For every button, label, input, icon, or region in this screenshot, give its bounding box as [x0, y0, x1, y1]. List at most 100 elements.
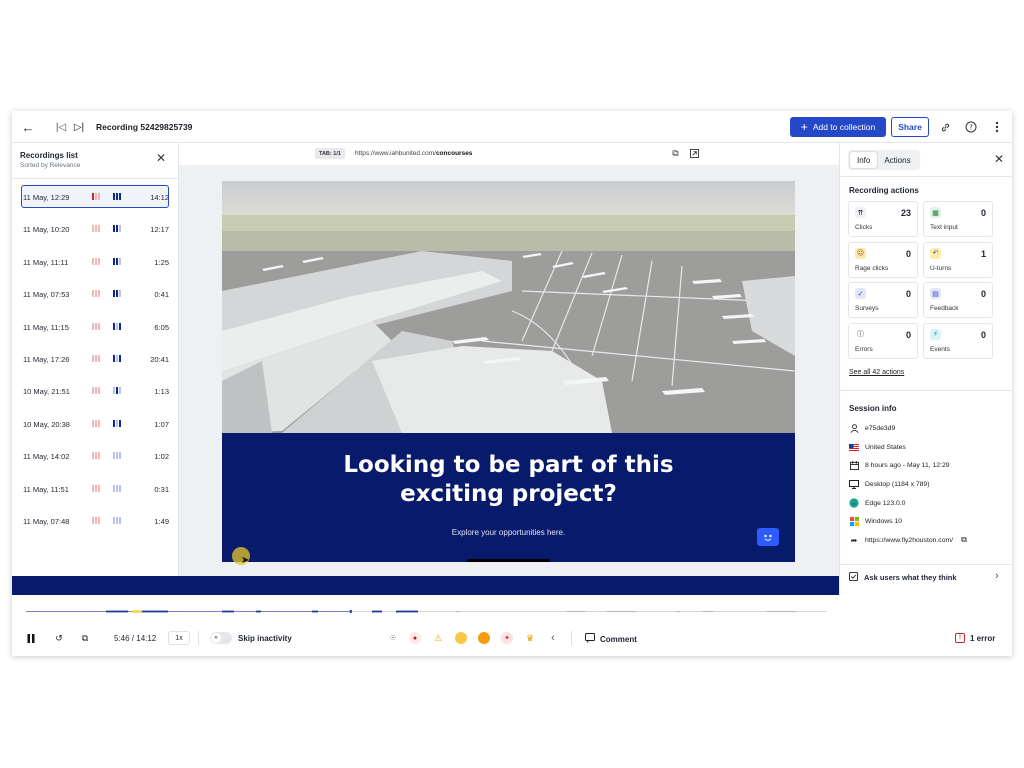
close-icon[interactable]: ✕	[155, 151, 167, 165]
action-card-text-input[interactable]: ▦ 0 Text input	[923, 201, 993, 237]
action-card-u-turns[interactable]: ↶ 1 U-turns	[923, 241, 993, 278]
angry-face-icon[interactable]	[478, 632, 490, 644]
close-icon[interactable]: ✕	[993, 152, 1005, 166]
session-time: 8 hours ago - May 11, 12:29	[849, 459, 950, 471]
comment-label: Comment	[600, 634, 637, 644]
bug-icon[interactable]: ●	[409, 632, 421, 644]
help-icon[interactable]: ?	[963, 119, 979, 135]
activity-indicator	[113, 452, 121, 460]
recording-duration: 0:31	[154, 484, 169, 494]
desktop-icon	[849, 479, 859, 489]
divider	[198, 631, 199, 645]
recording-list-item[interactable]: 11 May, 07:48 1:49	[12, 509, 179, 541]
recording-title: Recording 52429825739	[96, 122, 193, 132]
lightbulb-icon[interactable]: ☉	[387, 632, 399, 644]
more-options-icon[interactable]	[989, 119, 1005, 135]
us-flag-icon	[849, 442, 859, 452]
app-window: ← |◁ ▷| Recording 52429825739 + Add to c…	[12, 111, 1012, 656]
activity-segment	[456, 610, 460, 613]
feedback-icon: ▤	[930, 288, 941, 299]
neutral-face-icon[interactable]	[455, 632, 467, 644]
see-all-actions-link[interactable]: See all 42 actions	[849, 369, 904, 376]
divider	[840, 564, 1012, 565]
error-icon: ⓘ	[855, 328, 866, 340]
activity-segment	[396, 610, 418, 613]
warning-icon[interactable]: ⚠	[432, 632, 444, 644]
skip-back-icon[interactable]: ↺	[52, 631, 66, 645]
activity-segment	[566, 610, 586, 613]
action-label: Text input	[930, 224, 958, 231]
ask-users-button[interactable]: Ask users what they think	[849, 572, 957, 583]
playhead[interactable]	[349, 610, 352, 613]
action-card-errors[interactable]: ⓘ 0 Errors	[848, 322, 918, 359]
recording-list-item[interactable]: 11 May, 07:53 0:41	[12, 282, 179, 314]
errors-button[interactable]: ! 1 error	[955, 633, 995, 643]
action-card-surveys[interactable]: ✓ 0 Surveys	[848, 282, 918, 318]
next-recording-icon[interactable]: ▷|	[72, 120, 86, 134]
activity-segment	[766, 610, 796, 613]
share-button[interactable]: Share	[891, 117, 929, 137]
previous-recording-icon[interactable]: |◁	[54, 120, 68, 134]
recording-list-item[interactable]: 11 May, 14:02 1:02	[12, 444, 179, 476]
add-to-collection-button[interactable]: + Add to collection	[790, 117, 886, 137]
recording-list-item[interactable]: 11 May, 11:15 6:05	[12, 315, 179, 347]
session-os: Windows 10	[849, 515, 902, 527]
comment-button[interactable]: Comment	[585, 633, 637, 645]
action-card-events[interactable]: ⚡ 0 Events	[923, 322, 993, 359]
recording-list-item[interactable]: 10 May, 20:38 1:07	[12, 412, 179, 444]
tab-info[interactable]: Info	[850, 152, 878, 168]
url-bar: TAB: 1/1 https://www.iahbunited.com/conc…	[179, 143, 839, 165]
session-country-label: United States	[865, 443, 906, 451]
divider	[840, 390, 1012, 391]
chevron-left-icon[interactable]: ‹	[547, 631, 559, 645]
tab-indicator: TAB: 1/1	[315, 148, 345, 159]
share-arrow-icon: ➦	[850, 535, 858, 545]
recording-list-item[interactable]: 11 May, 11:11 1:25	[12, 250, 179, 282]
comment-icon	[585, 633, 595, 645]
page-url[interactable]: https://www.iahbunited.com/concourses	[355, 150, 472, 157]
activity-segment	[606, 610, 636, 613]
activity-indicator	[113, 516, 121, 524]
action-count: 0	[980, 329, 986, 340]
action-count: 23	[900, 208, 911, 218]
pause-icon[interactable]	[24, 631, 38, 645]
back-arrow-icon[interactable]: ←	[20, 119, 36, 135]
add-to-collection-label: Add to collection	[812, 122, 876, 132]
action-label: Surveys	[855, 305, 879, 312]
recording-list-item[interactable]: 11 May, 11:51 0:31	[12, 477, 179, 509]
u-turn-marker[interactable]	[132, 610, 142, 613]
tab-actions[interactable]: Actions	[877, 152, 917, 168]
hero-subtitle: Explore your opportunities here.	[451, 528, 566, 537]
copy-url-icon[interactable]: ⧉	[670, 148, 681, 159]
open-external-icon[interactable]	[689, 148, 700, 159]
session-time-label: 8 hours ago - May 11, 12:29	[865, 461, 950, 469]
timeline-played	[26, 611, 351, 612]
open-in-new-icon[interactable]: ⧉	[78, 631, 92, 645]
chevron-right-icon[interactable]: ›	[995, 570, 999, 582]
timeline-track[interactable]	[26, 610, 826, 613]
recording-list-item[interactable]: 11 May, 10:20 12:17	[12, 217, 179, 249]
action-card-clicks[interactable]: ⇈ 23 Clicks	[848, 201, 918, 237]
action-card-rage-clicks[interactable]: ☹ 0 Rage clicks	[848, 241, 918, 278]
plus-icon: +	[800, 120, 808, 134]
trophy-icon[interactable]: ♛	[524, 632, 536, 644]
skip-inactivity-toggle[interactable]: »	[210, 632, 232, 644]
action-card-feedback[interactable]: ▤ 0 Feedback	[923, 282, 993, 318]
session-referrer-url[interactable]: https://www.fly2houston.com/	[865, 537, 953, 544]
recording-list-item[interactable]: 10 May, 21:51 1:13	[12, 379, 179, 411]
click-icon: ⇈	[855, 207, 866, 218]
activity-segment	[256, 610, 261, 613]
events-icon: ⚡	[930, 328, 941, 340]
activity-indicator	[113, 322, 121, 330]
playback-speed-button[interactable]: 1x	[168, 631, 190, 645]
recording-duration: 1:25	[154, 257, 169, 267]
recording-date: 11 May, 10:20	[23, 225, 70, 235]
frustration-indicator	[92, 419, 100, 427]
recording-list-item[interactable]: 11 May, 12:29 14:12	[12, 185, 179, 217]
action-count: 0	[980, 208, 986, 218]
ask-users-label: Ask users what they think	[864, 573, 957, 582]
copy-icon[interactable]: ⧉	[959, 535, 969, 545]
link-icon[interactable]	[937, 119, 953, 135]
rage-icon[interactable]: ✦	[501, 632, 513, 644]
recording-list-item[interactable]: 11 May, 17:26 20:41	[12, 347, 179, 379]
